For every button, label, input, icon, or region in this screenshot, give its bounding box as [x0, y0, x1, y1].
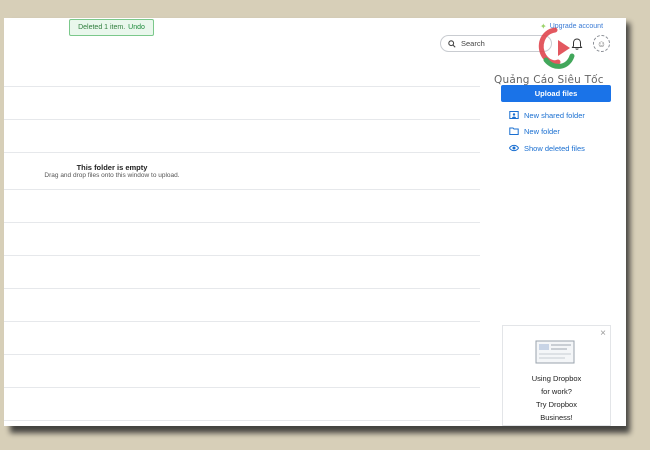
row-divider [4, 387, 480, 388]
row-divider [4, 288, 480, 289]
row-divider [4, 189, 480, 190]
show-deleted-files-action[interactable]: Show deleted files [509, 143, 585, 153]
avatar-icon[interactable]: ☺ [593, 35, 610, 52]
empty-folder-title: This folder is empty [76, 163, 148, 172]
row-divider [4, 86, 480, 87]
folder-icon [509, 127, 519, 135]
new-shared-folder-action[interactable]: New shared folder [509, 110, 585, 120]
watermark-logo [538, 27, 575, 69]
row-divider [4, 354, 480, 355]
new-shared-folder-label: New shared folder [524, 110, 585, 120]
shared-folder-icon [509, 111, 519, 119]
search-icon [448, 39, 456, 48]
promo-line: Using Dropbox [531, 374, 582, 383]
business-promo-card: × Using Dropbox for work? Try Dropbox Bu… [502, 325, 611, 426]
row-divider [4, 222, 480, 223]
row-divider [4, 255, 480, 256]
promo-line[interactable]: Try Dropbox [503, 398, 610, 411]
new-folder-action[interactable]: New folder [509, 126, 560, 136]
promo-line: for work? [541, 387, 572, 396]
bell-icon[interactable] [570, 37, 584, 51]
deleted-toast: Deleted 1 item. Undo [69, 19, 154, 36]
undo-link[interactable]: Undo [128, 24, 145, 31]
row-divider [4, 420, 480, 421]
promo-text: Using Dropbox for work? Try Dropbox Busi… [503, 372, 610, 424]
close-icon[interactable]: × [600, 328, 606, 339]
dropbox-window: This folder is empty Drag and drop files… [4, 18, 626, 426]
upload-files-button[interactable]: Upload files [501, 85, 611, 102]
search-input[interactable] [461, 39, 541, 48]
show-deleted-files-label: Show deleted files [524, 143, 585, 153]
row-divider [4, 321, 480, 322]
empty-folder-subtitle: Drag and drop files onto this window to … [44, 172, 180, 179]
promo-illustration [535, 340, 575, 364]
file-list: This folder is empty Drag and drop files… [4, 18, 480, 426]
eye-icon [509, 144, 519, 152]
row-divider [4, 152, 480, 153]
row-divider [4, 119, 480, 120]
toast-message: Deleted 1 item. [78, 24, 126, 31]
promo-line[interactable]: Business! [503, 411, 610, 424]
new-folder-label: New folder [524, 126, 560, 136]
